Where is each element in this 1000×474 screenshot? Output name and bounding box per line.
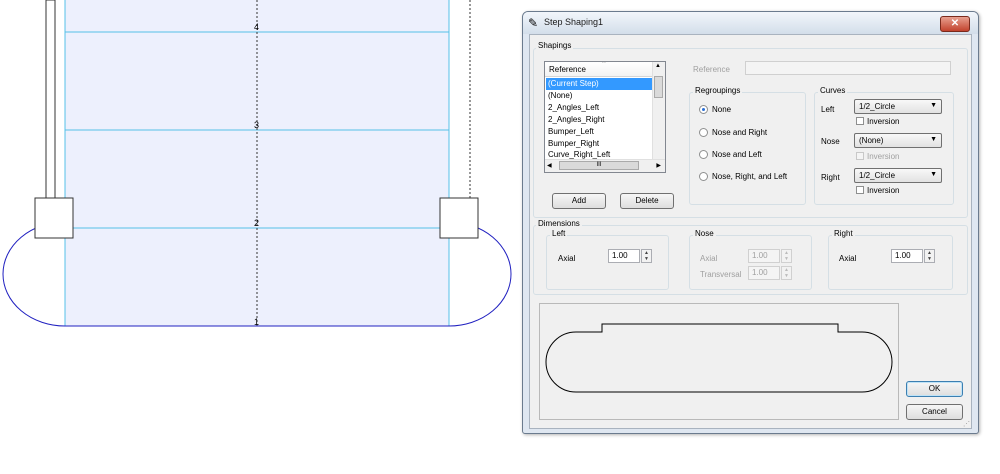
curve-right-inversion-checkbox[interactable] [856, 186, 864, 194]
delete-button[interactable]: Delete [620, 193, 674, 209]
scroll-thumb-grip: III [596, 162, 602, 168]
nose-transversal-input[interactable]: 1.00 [748, 266, 780, 280]
right-axial-input[interactable]: 1.00 [891, 249, 923, 263]
drawing-canvas[interactable]: 4 3 2 1 [0, 0, 520, 474]
radio-nose-right[interactable] [699, 128, 708, 137]
scroll-thumb[interactable] [654, 76, 663, 98]
right-axial-label: Axial [839, 254, 857, 263]
dimensions-group-label: Dimensions [536, 219, 582, 228]
row-label: 3 [254, 120, 259, 130]
reference-label: Reference [693, 65, 730, 74]
list-header-label: Reference [549, 65, 586, 74]
curve-right-inversion-label[interactable]: Inversion [867, 186, 899, 195]
list-item[interactable]: Bumper_Left [546, 126, 653, 138]
radio-nose-right-left-label[interactable]: Nose, Right, and Left [712, 172, 787, 181]
radio-nose-right-left[interactable] [699, 172, 708, 181]
spin-down-icon[interactable]: ▼ [925, 256, 934, 262]
list-item[interactable]: (Current Step) [546, 78, 653, 90]
chevron-down-icon: ▼ [930, 102, 937, 109]
dimensions-right-label: Right [832, 229, 855, 238]
list-horizontal-scrollbar[interactable]: ◀ III ▶ [545, 159, 665, 172]
row-label: 4 [254, 22, 259, 32]
nose-axial-input[interactable]: 1.00 [748, 249, 780, 263]
close-button[interactable]: ✕ [940, 16, 970, 32]
spin-down-icon[interactable]: ▼ [782, 256, 791, 262]
row-label: 2 [254, 218, 259, 228]
radio-none-label[interactable]: None [712, 105, 731, 114]
curve-left-inversion-label[interactable]: Inversion [867, 117, 899, 126]
spin-down-icon[interactable]: ▼ [782, 273, 791, 279]
ok-button[interactable]: OK [906, 381, 963, 397]
preview-outline [545, 323, 893, 393]
curve-right-select[interactable]: 1/2_Circle ▼ [854, 168, 942, 183]
curve-right-value: 1/2_Circle [859, 171, 896, 180]
curve-left-value: 1/2_Circle [859, 102, 896, 111]
left-post [45, 0, 56, 199]
radio-none[interactable] [699, 105, 708, 114]
list-item[interactable]: (None) [546, 90, 653, 102]
cancel-button[interactable]: Cancel [906, 404, 963, 420]
nose-transversal-label: Transversal [700, 270, 742, 279]
add-button[interactable]: Add [552, 193, 606, 209]
curve-left-inversion-checkbox[interactable] [856, 117, 864, 125]
chevron-down-icon: ▼ [930, 136, 937, 143]
curves-group-label: Curves [818, 86, 848, 95]
list-vertical-scrollbar[interactable]: ▲ [652, 62, 665, 160]
sort-up-icon: ⌃ [601, 61, 607, 68]
nose-transversal-spinner[interactable]: ▲ ▼ [781, 266, 792, 280]
radio-nose-left-label[interactable]: Nose and Left [712, 150, 762, 159]
scroll-left-icon[interactable]: ◀ [547, 162, 552, 169]
dialog-titlebar[interactable]: ✎ Step Shaping1 ✕ [523, 12, 978, 34]
reference-input[interactable] [745, 61, 951, 75]
dimensions-nose-label: Nose [693, 229, 716, 238]
curve-nose-inversion-label[interactable]: Inversion [867, 152, 899, 161]
curve-nose-inversion-checkbox[interactable] [856, 152, 864, 160]
radio-nose-right-label[interactable]: Nose and Right [712, 128, 767, 137]
shapings-list[interactable]: Reference ⌃ (Current Step) (None) 2_Angl… [544, 61, 666, 173]
spin-down-icon[interactable]: ▼ [642, 256, 651, 262]
shape-preview [539, 303, 899, 420]
left-handle[interactable] [34, 197, 74, 239]
list-item[interactable]: 2_Angles_Left [546, 102, 653, 114]
scroll-right-icon[interactable]: ▶ [656, 162, 661, 169]
step-shaping-dialog: ✎ Step Shaping1 ✕ Shapings Reference ⌃ (… [522, 11, 979, 434]
nose-axial-spinner[interactable]: ▲ ▼ [781, 249, 792, 263]
chevron-down-icon: ▼ [930, 171, 937, 178]
regroupings-group-label: Regroupings [693, 86, 743, 95]
scroll-up-icon[interactable]: ▲ [655, 63, 661, 69]
resize-grip-icon[interactable]: ⋰ [963, 420, 970, 428]
app-icon: ✎ [528, 16, 539, 30]
dimensions-left-label: Left [550, 229, 568, 238]
preview-shape [545, 323, 893, 393]
curve-nose-select[interactable]: (None) ▼ [854, 133, 942, 148]
list-item[interactable]: Bumper_Right [546, 138, 653, 150]
scroll-thumb-h[interactable]: III [559, 161, 639, 170]
curve-left-label: Left [821, 105, 835, 114]
dialog-title: Step Shaping1 [544, 17, 604, 27]
list-item[interactable]: 2_Angles_Right [546, 114, 653, 126]
shapings-group-label: Shapings [536, 41, 574, 50]
curve-right-label: Right [821, 173, 840, 182]
curve-left-select[interactable]: 1/2_Circle ▼ [854, 99, 942, 114]
right-axial-spinner[interactable]: ▲ ▼ [924, 249, 935, 263]
left-axial-spinner[interactable]: ▲ ▼ [641, 249, 652, 263]
right-handle[interactable] [439, 197, 479, 239]
curve-nose-label: Nose [821, 137, 840, 146]
dialog-client: Shapings Reference ⌃ (Current Step) (Non… [529, 34, 972, 429]
left-axial-input[interactable]: 1.00 [608, 249, 640, 263]
curve-nose-value: (None) [859, 136, 884, 145]
row-label: 1 [254, 317, 259, 327]
left-axial-label: Axial [558, 254, 576, 263]
radio-nose-left[interactable] [699, 150, 708, 159]
nose-axial-label: Axial [700, 254, 718, 263]
list-header[interactable]: Reference ⌃ [545, 62, 653, 77]
